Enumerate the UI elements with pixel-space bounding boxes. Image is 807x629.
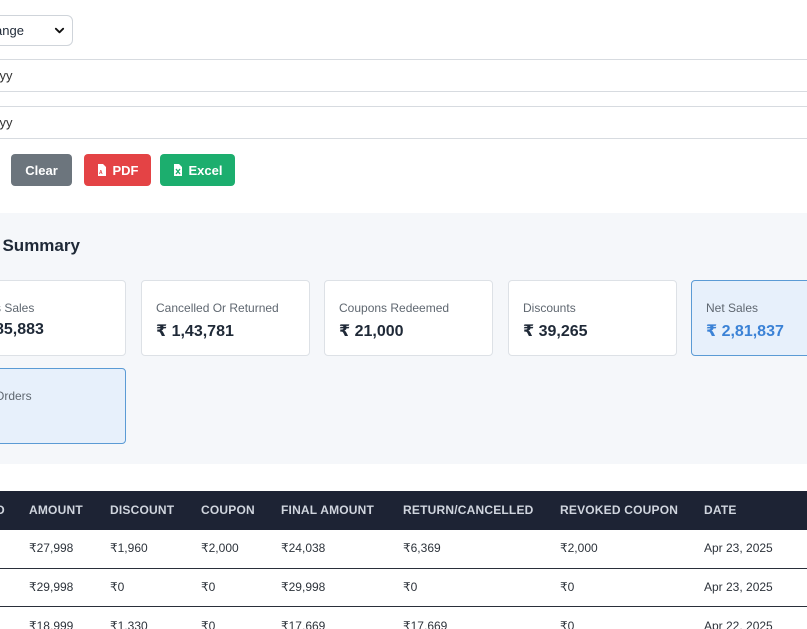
gross-sales-card: s Sales 85,883 xyxy=(0,280,126,356)
discounts-value: ₹ 39,265 xyxy=(523,323,588,340)
coupons-redeemed-value: ₹ 21,000 xyxy=(339,323,404,340)
coupons-redeemed-label: Coupons Redeemed xyxy=(339,301,450,315)
row-divider xyxy=(0,606,807,607)
pdf-file-icon: A xyxy=(97,164,106,176)
column-header-amount[interactable]: AMOUNT xyxy=(29,503,83,517)
row-3-amount: ₹18,999 xyxy=(29,619,74,629)
row-2-amount: ₹29,998 xyxy=(29,580,74,594)
column-header-id[interactable]: D xyxy=(0,503,5,517)
column-header-final-amount[interactable]: FINAL AMOUNT xyxy=(281,503,374,517)
excel-button-label: Excel xyxy=(188,162,223,178)
row-3-revoked-coupon: ₹0 xyxy=(560,619,575,629)
cancelled-returned-card: Cancelled Or Returned ₹ 1,43,781 xyxy=(141,280,310,356)
excel-file-icon xyxy=(173,164,182,176)
row-3-date: Apr 22, 2025 xyxy=(704,619,773,629)
chevron-down-icon xyxy=(54,27,65,34)
orders-label: Orders xyxy=(0,389,32,403)
clear-button[interactable]: Clear xyxy=(11,154,72,186)
svg-text:A: A xyxy=(99,170,103,176)
excel-export-button[interactable]: Excel xyxy=(160,154,235,186)
row-2-date: Apr 23, 2025 xyxy=(704,580,773,594)
row-2-final-amount: ₹29,998 xyxy=(281,580,326,594)
column-header-coupon[interactable]: COUPON xyxy=(201,503,255,517)
column-header-revoked-coupon[interactable]: REVOKED COUPON xyxy=(560,503,678,517)
gross-sales-value: 85,883 xyxy=(0,321,44,338)
end-date-input[interactable]: yyy xyxy=(0,106,807,139)
row-1-final-amount: ₹24,038 xyxy=(281,541,326,555)
clear-button-label: Clear xyxy=(25,162,58,178)
net-sales-label: Net Sales xyxy=(706,301,759,315)
discounts-card: Discounts ₹ 39,265 xyxy=(508,280,677,356)
start-date-placeholder: yyy xyxy=(0,68,13,83)
row-2-coupon: ₹0 xyxy=(201,580,216,594)
row-1-return-cancelled: ₹6,369 xyxy=(403,541,441,555)
start-date-input[interactable]: yyy xyxy=(0,59,807,92)
date-range-select-value: ange xyxy=(0,23,24,38)
net-sales-card: Net Sales ₹ 2,81,837 xyxy=(691,280,807,356)
row-1-discount: ₹1,960 xyxy=(110,541,148,555)
column-header-return-cancelled[interactable]: RETURN/CANCELLED xyxy=(403,503,534,517)
date-range-select[interactable]: ange xyxy=(0,15,73,46)
row-2-return-cancelled: ₹0 xyxy=(403,580,418,594)
pdf-export-button[interactable]: A PDF xyxy=(84,154,151,186)
row-1-revoked-coupon: ₹2,000 xyxy=(560,541,598,555)
net-sales-value: ₹ 2,81,837 xyxy=(706,323,784,340)
pdf-button-label: PDF xyxy=(112,162,139,178)
gross-sales-label: s Sales xyxy=(0,301,35,315)
cancelled-returned-label: Cancelled Or Returned xyxy=(156,301,279,315)
orders-card: Orders xyxy=(0,368,126,444)
row-1-date: Apr 23, 2025 xyxy=(704,541,773,555)
coupons-redeemed-card: Coupons Redeemed ₹ 21,000 xyxy=(324,280,493,356)
cancelled-returned-value: ₹ 1,43,781 xyxy=(156,323,234,340)
row-2-discount: ₹0 xyxy=(110,580,125,594)
row-3-final-amount: ₹17,669 xyxy=(281,619,326,629)
row-3-coupon: ₹0 xyxy=(201,619,216,629)
discounts-label: Discounts xyxy=(523,301,576,315)
row-divider xyxy=(0,568,807,569)
end-date-placeholder: yyy xyxy=(0,115,13,130)
sales-report-page: ange yyy yyy Clear A PDF Excel ​sSummary… xyxy=(0,0,807,629)
row-2-revoked-coupon: ₹0 xyxy=(560,580,575,594)
row-3-discount: ₹1,330 xyxy=(110,619,148,629)
row-1-amount: ₹27,998 xyxy=(29,541,74,555)
column-header-date[interactable]: DATE xyxy=(704,503,737,517)
row-3-return-cancelled: ₹17,669 xyxy=(403,619,448,629)
row-1-coupon: ₹2,000 xyxy=(201,541,239,555)
summary-title: ​sSummary xyxy=(2,236,80,255)
column-header-discount[interactable]: DISCOUNT xyxy=(110,503,174,517)
